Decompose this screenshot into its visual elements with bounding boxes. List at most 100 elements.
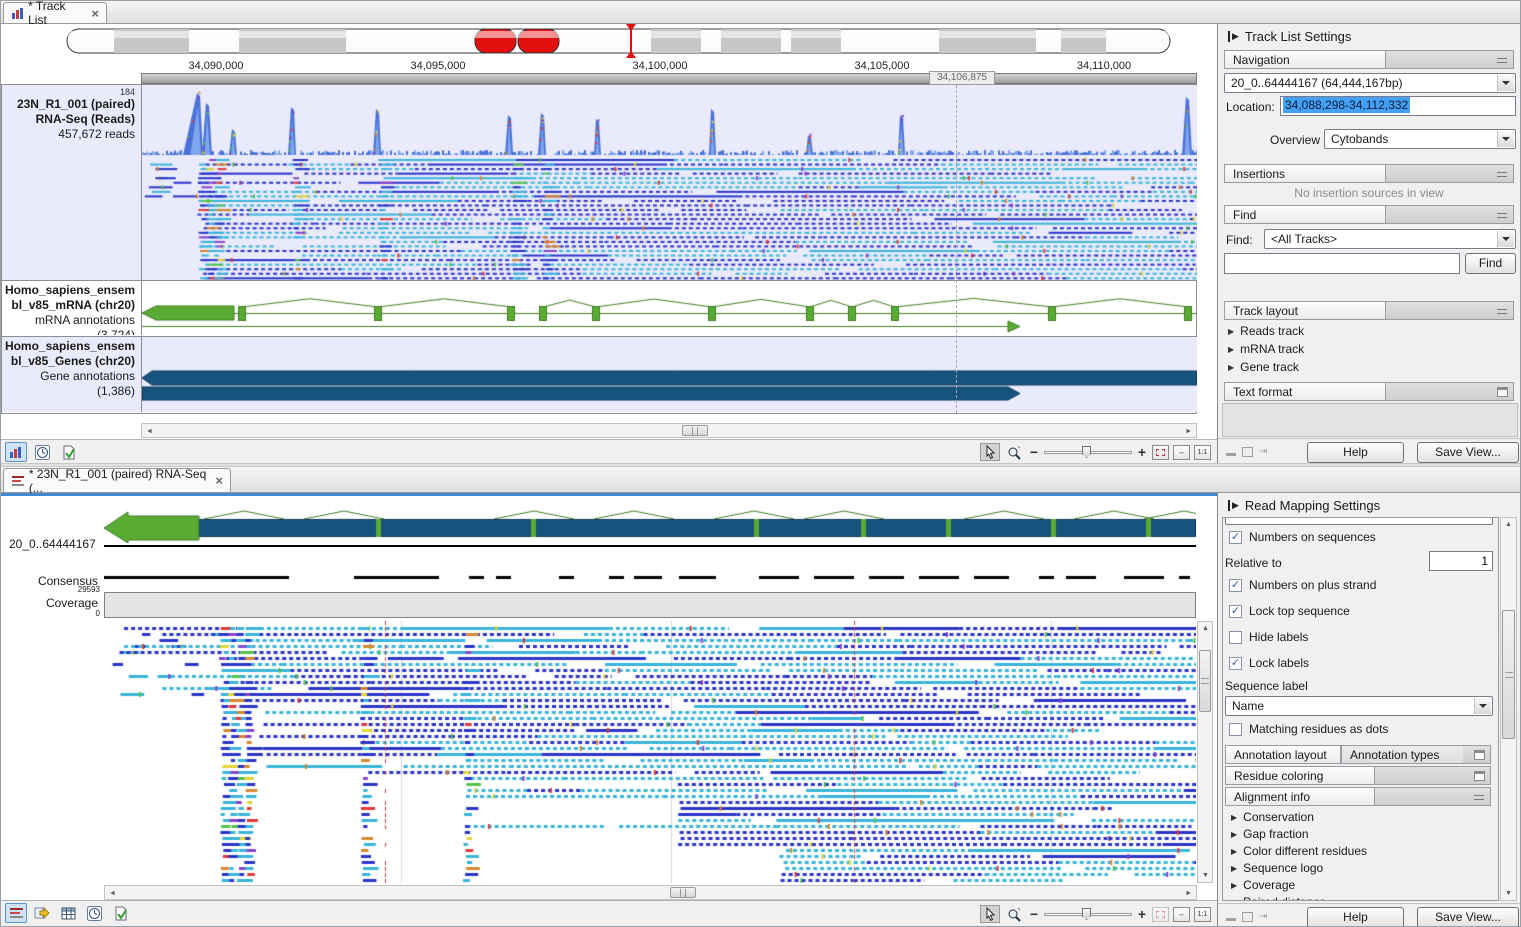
gene-track-canvas[interactable]	[142, 337, 1197, 412]
sequence-label-dropdown[interactable]: Name	[1225, 696, 1493, 716]
zoom-slider-thumb[interactable]	[1082, 446, 1091, 458]
table-view-button[interactable]	[57, 903, 79, 923]
scrollbar-thumb[interactable]	[1199, 650, 1211, 712]
checkbox-lock-labels[interactable]: ✓ Lock labels	[1229, 654, 1309, 672]
track-layout-section-header[interactable]: Track layout	[1224, 301, 1514, 320]
checkbox-numbers-plus-strand[interactable]: ✓ Numbers on plus strand	[1229, 576, 1376, 594]
restore-panel-icon[interactable]	[1242, 912, 1253, 922]
gene-track-label[interactable]: Homo_sapiens_ensem bl_v85_Genes (chr20) …	[2, 337, 142, 412]
read-pileup-canvas[interactable]	[104, 621, 1196, 883]
element-info-button[interactable]	[57, 442, 79, 462]
scrollbar-thumb[interactable]	[670, 887, 696, 898]
scroll-down-icon[interactable]: ▼	[1505, 890, 1512, 897]
dropdown-arrow-icon[interactable]	[1474, 698, 1491, 714]
expander-icon[interactable]: ▶	[1231, 898, 1237, 902]
zoom-out-button[interactable]: −	[1028, 444, 1040, 460]
residue-coloring-section-header[interactable]: Residue coloring	[1225, 766, 1491, 785]
checkbox-icon[interactable]: ✓	[1229, 531, 1242, 544]
expander-icon[interactable]: ▶	[1228, 345, 1234, 354]
ruler-bar[interactable]	[141, 73, 1197, 84]
scrollbar-thumb[interactable]	[682, 425, 708, 436]
help-button[interactable]: Help	[1307, 907, 1404, 927]
mapping-overview-canvas[interactable]	[104, 507, 1196, 543]
checkbox-matching-residues-dots[interactable]: Matching residues as dots	[1229, 720, 1388, 738]
annotation-table-button[interactable]	[31, 903, 53, 923]
scroll-right-icon[interactable]: ►	[1185, 890, 1192, 897]
selection-tool-button[interactable]	[980, 443, 1000, 461]
contig-dropdown[interactable]: 20_0..64444167 (64,444,167bp)	[1224, 73, 1516, 93]
collapse-icon[interactable]	[1497, 309, 1507, 314]
zoom-in-button[interactable]: +	[1136, 906, 1148, 922]
fit-width-button[interactable]: ↔	[1173, 907, 1190, 922]
coverage-expander[interactable]: ▶ Coverage	[1231, 878, 1295, 892]
tab-track-list[interactable]: * Track List ×	[3, 2, 107, 23]
restore-panel-icon[interactable]	[1242, 447, 1253, 457]
insertions-section-header[interactable]: Insertions	[1224, 164, 1514, 183]
zoom-in-button[interactable]: +	[1136, 444, 1148, 460]
scroll-up-icon[interactable]: ▲	[1505, 521, 1512, 528]
zoom-tool-button[interactable]	[1004, 443, 1024, 461]
settings-scrollbar[interactable]: ▲ ▼	[1500, 517, 1517, 901]
panel-arrow-icon[interactable]: ▶	[1228, 500, 1239, 511]
panel-arrow-icon[interactable]: ▶	[1228, 31, 1239, 42]
collapse-icon[interactable]	[1474, 795, 1484, 800]
checkbox-icon[interactable]	[1229, 631, 1242, 644]
track-list-view-button[interactable]	[5, 442, 27, 462]
popout-icon[interactable]	[1474, 750, 1485, 760]
clipped-combobox[interactable]	[1225, 517, 1493, 525]
one-to-one-zoom-button[interactable]: 1:1	[1194, 907, 1211, 922]
horizontal-scrollbar[interactable]: ◄ ►	[104, 885, 1197, 900]
find-scope-dropdown[interactable]: <All Tracks>	[1264, 229, 1516, 249]
zoom-slider[interactable]	[1044, 445, 1132, 459]
dock-panel-icon[interactable]: ⇥	[1259, 912, 1271, 922]
close-icon[interactable]: ×	[215, 473, 223, 488]
mrna-track-label[interactable]: Homo_sapiens_ensem bl_v85_mRNA (chr20) m…	[2, 281, 142, 335]
text-format-section-header[interactable]: Text format	[1224, 382, 1514, 401]
one-to-one-zoom-button[interactable]: 1:1	[1194, 445, 1211, 460]
save-view-button[interactable]: Save View...	[1417, 442, 1519, 463]
expander-icon[interactable]: ▶	[1228, 363, 1234, 372]
paired-distance-expander[interactable]: ▶ Paired distance	[1231, 895, 1326, 901]
checkbox-icon[interactable]: ✓	[1229, 657, 1242, 670]
alignment-view-button[interactable]	[5, 903, 27, 923]
collapse-icon[interactable]	[1497, 213, 1507, 218]
checkbox-hide-labels[interactable]: Hide labels	[1229, 628, 1308, 646]
scroll-left-icon[interactable]: ◄	[146, 428, 153, 435]
history-view-button[interactable]	[83, 903, 105, 923]
expander-icon[interactable]: ▶	[1231, 830, 1237, 839]
relative-to-input[interactable]	[1429, 551, 1493, 571]
popout-icon[interactable]	[1497, 387, 1508, 397]
reads-track-expander[interactable]: ▶ Reads track	[1228, 324, 1304, 338]
coverage-graph[interactable]	[104, 592, 1196, 618]
consensus-canvas[interactable]	[104, 573, 1196, 583]
dock-panel-icon[interactable]: ⇥	[1259, 447, 1271, 457]
checkbox-numbers-on-sequences[interactable]: ✓ Numbers on sequences	[1229, 528, 1376, 546]
annotation-types-tab[interactable]: Annotation types	[1341, 745, 1465, 764]
find-query-input[interactable]	[1224, 253, 1460, 274]
scroll-right-icon[interactable]: ►	[1185, 428, 1192, 435]
overview-dropdown[interactable]: Cytobands	[1324, 129, 1516, 149]
reads-track-canvas[interactable]	[142, 85, 1197, 280]
horizontal-scrollbar[interactable]: ◄ ►	[141, 423, 1197, 438]
zoom-out-button[interactable]: −	[1028, 906, 1040, 922]
chromosome-ideogram[interactable]	[66, 28, 1171, 54]
sequence-logo-expander[interactable]: ▶ Sequence logo	[1231, 861, 1323, 875]
expander-icon[interactable]: ▶	[1231, 881, 1237, 890]
expander-icon[interactable]: ▶	[1231, 864, 1237, 873]
dropdown-arrow-icon[interactable]	[1497, 131, 1514, 147]
history-view-button[interactable]	[31, 442, 53, 462]
color-different-residues-expander[interactable]: ▶ Color different residues	[1231, 844, 1367, 858]
close-icon[interactable]: ×	[91, 6, 99, 21]
help-button[interactable]: Help	[1307, 442, 1404, 463]
zoom-slider-thumb[interactable]	[1082, 908, 1091, 920]
minimize-panel-icon[interactable]	[1226, 448, 1236, 456]
expander-icon[interactable]: ▶	[1228, 327, 1234, 336]
location-input[interactable]: 34,088,298-34,112,332	[1280, 96, 1516, 116]
gap-fraction-expander[interactable]: ▶ Gap fraction	[1231, 827, 1309, 841]
reference-sequence-line[interactable]	[104, 545, 1196, 547]
alignment-info-section-header[interactable]: Alignment info	[1225, 787, 1491, 806]
tab-read-mapping[interactable]: * 23N_R1_001 (paired) RNA-Seq (... ×	[3, 468, 231, 492]
save-view-button[interactable]: Save View...	[1417, 907, 1519, 927]
vertical-scrollbar[interactable]: ▲ ▼	[1197, 621, 1213, 883]
scroll-up-icon[interactable]: ▲	[1202, 625, 1209, 632]
